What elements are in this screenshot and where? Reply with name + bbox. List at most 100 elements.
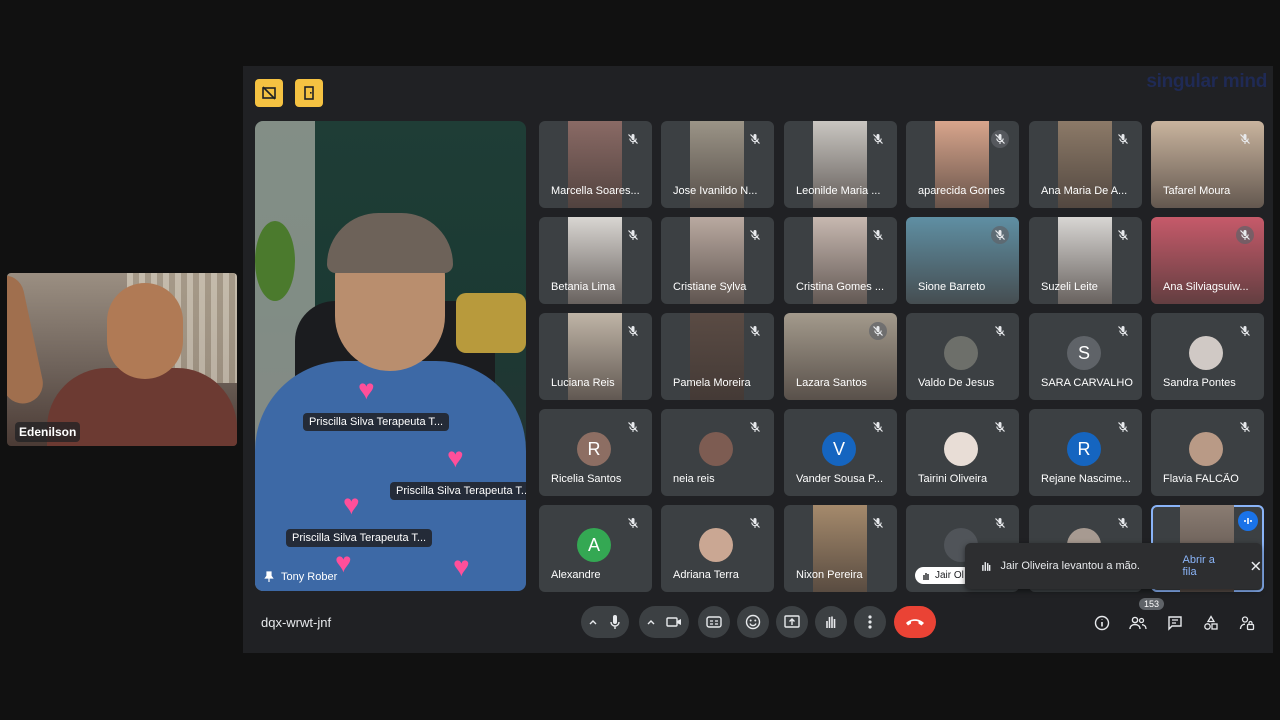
- participant-name: Alexandre: [551, 569, 601, 581]
- participant-tile[interactable]: Ana Maria De A...: [1029, 121, 1142, 208]
- reactions-button[interactable]: [737, 606, 769, 638]
- participant-name: Lazara Santos: [796, 377, 867, 389]
- participant-avatar: R: [577, 432, 611, 466]
- open-queue-link[interactable]: Abrir a fila: [1183, 554, 1231, 578]
- participant-tile[interactable]: V Vander Sousa P...: [784, 409, 897, 496]
- participant-tile[interactable]: Sandra Pontes: [1151, 313, 1264, 400]
- participant-name: Adriana Terra: [673, 569, 739, 581]
- participant-name: Ana Maria De A...: [1041, 185, 1128, 197]
- chat-icon: [1168, 616, 1182, 631]
- participant-tile[interactable]: Marcella Soares...: [539, 121, 652, 208]
- participant-tile[interactable]: S SARA CARVALHO: [1029, 313, 1142, 400]
- participant-name: Valdo De Jesus: [918, 377, 995, 389]
- camera-icon[interactable]: [666, 616, 682, 628]
- participant-tile[interactable]: Cristina Gomes ...: [784, 217, 897, 304]
- heart-reaction-icon: ♥: [358, 374, 375, 405]
- participant-tile[interactable]: Cristiane Sylva: [661, 217, 774, 304]
- mic-off-icon: [869, 226, 887, 244]
- participant-tile[interactable]: Valdo De Jesus: [906, 313, 1019, 400]
- participant-name: Cristiane Sylva: [673, 281, 747, 293]
- participant-tile[interactable]: Flavia FALCÃO: [1151, 409, 1264, 496]
- leave-room-button[interactable]: [295, 79, 323, 107]
- participant-name: Marcella Soares...: [551, 185, 640, 197]
- mic-off-icon: [1236, 130, 1254, 148]
- host-controls-button[interactable]: [1236, 612, 1258, 634]
- chevron-up-icon[interactable]: [588, 617, 598, 627]
- hand-icon: [826, 616, 836, 628]
- participant-tile[interactable]: Sione Barreto: [906, 217, 1019, 304]
- door-icon: [304, 86, 314, 100]
- speaking-indicator-icon: [1238, 511, 1258, 531]
- participant-name: Betania Lima: [551, 281, 616, 293]
- camera-control-group[interactable]: [639, 606, 689, 638]
- speaker-shirt: [255, 361, 526, 591]
- pinned-speaker-tile[interactable]: ♥ Priscilla Silva Terapeuta T... ♥ Prisc…: [255, 121, 526, 591]
- participant-name: Leonilde Maria ...: [796, 185, 881, 197]
- activities-button[interactable]: [1200, 612, 1222, 634]
- chevron-up-icon[interactable]: [646, 617, 656, 627]
- participant-avatar: V: [822, 432, 856, 466]
- people-button[interactable]: [1127, 612, 1149, 634]
- info-icon: [1094, 615, 1110, 631]
- speaker-name-tag: Tony Rober: [263, 571, 337, 583]
- participant-avatar: R: [1067, 432, 1101, 466]
- participant-tile[interactable]: Suzeli Leite: [1029, 217, 1142, 304]
- participant-tile[interactable]: R Rejane Nascime...: [1029, 409, 1142, 496]
- mic-off-icon: [746, 322, 764, 340]
- mic-off-icon: [1114, 322, 1132, 340]
- participant-tile[interactable]: Pamela Moreira: [661, 313, 774, 400]
- mic-off-icon: [624, 322, 642, 340]
- participant-name: Sione Barreto: [918, 281, 986, 293]
- participant-name: Tafarel Moura: [1163, 185, 1231, 197]
- participant-tile[interactable]: neia reis: [661, 409, 774, 496]
- captions-button[interactable]: [698, 606, 730, 638]
- participant-name: Tairini Oliveira: [918, 473, 988, 485]
- participant-tile[interactable]: A Alexandre: [539, 505, 652, 592]
- heart-reaction-icon: ♥: [447, 442, 464, 473]
- participant-tile[interactable]: Nixon Pereira: [784, 505, 897, 592]
- participant-tile[interactable]: Jose Ivanildo N...: [661, 121, 774, 208]
- raised-hand-notification: Jair Oliveira levantou a mão. Abrir a fi…: [965, 543, 1262, 589]
- mic-off-icon: [746, 418, 764, 436]
- participant-avatar: [699, 432, 733, 466]
- participant-tile[interactable]: aparecida Gomes: [906, 121, 1019, 208]
- participant-name: Flavia FALCÃO: [1163, 473, 1239, 485]
- mic-off-icon: [624, 514, 642, 532]
- mic-off-icon: [746, 226, 764, 244]
- chat-button[interactable]: [1164, 612, 1186, 634]
- participant-tile[interactable]: Lazara Santos: [784, 313, 897, 400]
- participant-tile[interactable]: Luciana Reis: [539, 313, 652, 400]
- meeting-info-button[interactable]: [1091, 612, 1113, 634]
- mic-off-icon: [624, 418, 642, 436]
- raise-hand-button[interactable]: [815, 606, 847, 638]
- participant-tile[interactable]: R Ricelia Santos: [539, 409, 652, 496]
- more-options-button[interactable]: [854, 606, 886, 638]
- toggle-layout-button[interactable]: [255, 79, 283, 107]
- participant-name: Luciana Reis: [551, 377, 615, 389]
- participant-tile[interactable]: Adriana Terra: [661, 505, 774, 592]
- participant-tile[interactable]: Ana Silviagsuiw...: [1151, 217, 1264, 304]
- people-count-badge: 153: [1139, 598, 1165, 610]
- mic-off-icon: [1114, 130, 1132, 148]
- present-screen-button[interactable]: [776, 606, 808, 638]
- participant-avatar: A: [577, 528, 611, 562]
- mic-off-icon: [1114, 226, 1132, 244]
- close-icon[interactable]: [1250, 560, 1262, 572]
- plant: [255, 221, 295, 301]
- participant-tile[interactable]: Tairini Oliveira: [906, 409, 1019, 496]
- layout-off-icon: [262, 86, 276, 100]
- participant-avatar: [1189, 336, 1223, 370]
- participant-avatar: S: [1067, 336, 1101, 370]
- end-call-button[interactable]: [894, 606, 936, 638]
- microphone-icon[interactable]: [608, 614, 622, 630]
- participant-tile[interactable]: Leonilde Maria ...: [784, 121, 897, 208]
- mic-off-icon: [869, 418, 887, 436]
- reaction-label: Priscilla Silva Terapeuta T...: [286, 529, 433, 547]
- mic-control-group[interactable]: [581, 606, 629, 638]
- participant-avatar: [699, 528, 733, 562]
- people-icon: [1129, 616, 1147, 630]
- participant-tile[interactable]: Betania Lima: [539, 217, 652, 304]
- participant-name: aparecida Gomes: [918, 185, 1005, 197]
- participant-tile[interactable]: Tafarel Moura: [1151, 121, 1264, 208]
- heart-reaction-icon: ♥: [335, 547, 352, 578]
